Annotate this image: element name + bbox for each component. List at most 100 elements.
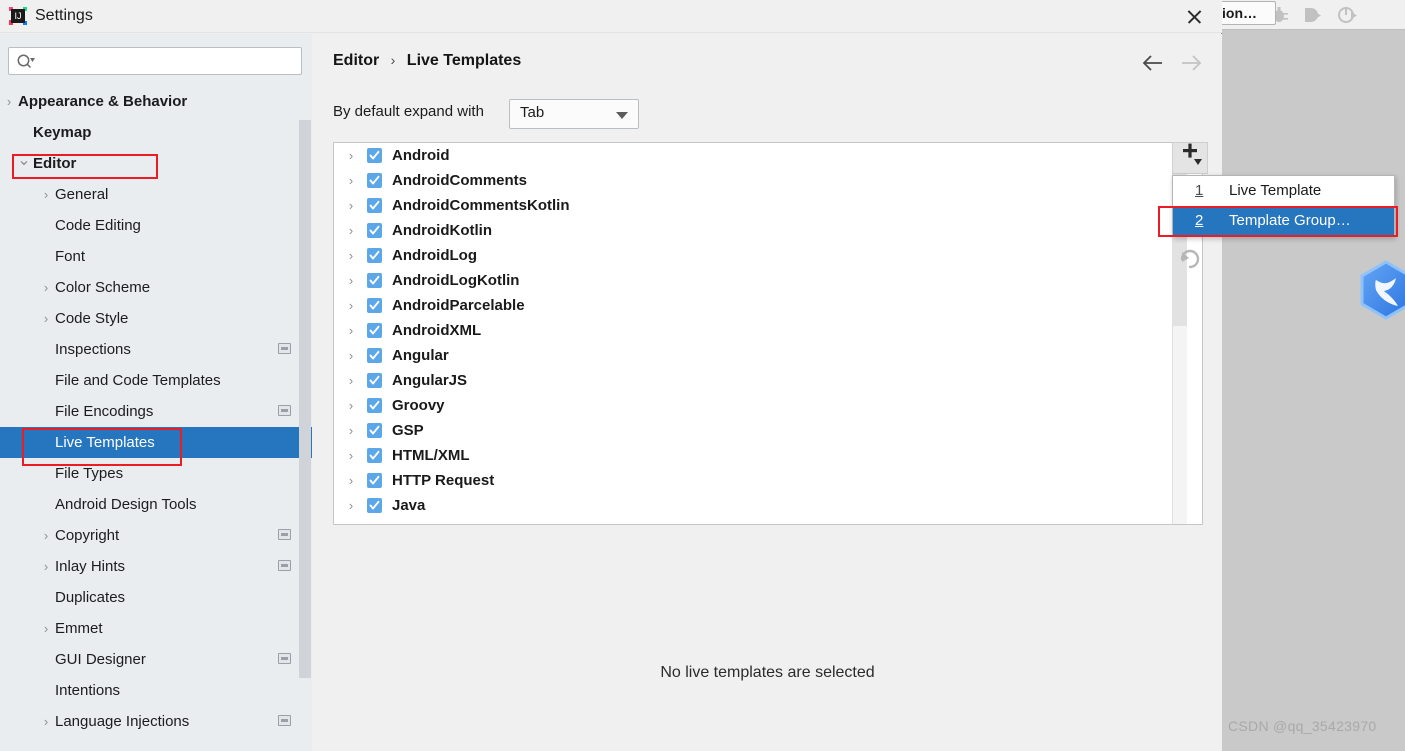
chevron-right-icon[interactable]: ›	[344, 218, 358, 243]
sidebar-scrollbar-track[interactable]	[299, 120, 311, 678]
sidebar-item-file-and-code-templates[interactable]: File and Code Templates	[0, 365, 312, 396]
breadcrumb-parent[interactable]: Editor	[333, 52, 379, 69]
template-group-row[interactable]: › AndroidLog	[334, 243, 1171, 268]
template-group-checkbox[interactable]	[367, 173, 382, 188]
chevron-right-icon[interactable]: ›	[39, 613, 53, 644]
undo-arrow-icon[interactable]	[1172, 242, 1208, 274]
template-group-checkbox[interactable]	[367, 448, 382, 463]
chevron-right-icon[interactable]: ›	[344, 393, 358, 418]
chevron-right-icon[interactable]: ›	[344, 268, 358, 293]
template-group-checkbox[interactable]	[367, 248, 382, 263]
template-group-row[interactable]: › AndroidKotlin	[334, 218, 1171, 243]
sidebar-item-code-style[interactable]: › Code Style	[0, 303, 312, 334]
template-group-name: AndroidParcelable	[392, 297, 525, 314]
chevron-right-icon[interactable]: ›	[39, 179, 53, 210]
template-group-checkbox[interactable]	[367, 498, 382, 513]
sidebar-item-gui-designer[interactable]: GUI Designer	[0, 644, 312, 675]
sidebar-item-file-types[interactable]: File Types	[0, 458, 312, 489]
chevron-right-icon[interactable]: ›	[344, 418, 358, 443]
sidebar-item-duplicates[interactable]: Duplicates	[0, 582, 312, 613]
template-group-checkbox[interactable]	[367, 348, 382, 363]
template-group-row[interactable]: › Java	[334, 493, 1171, 518]
template-group-checkbox[interactable]	[367, 423, 382, 438]
template-group-row[interactable]: › AndroidXML	[334, 318, 1171, 343]
chevron-right-icon[interactable]: ›	[344, 443, 358, 468]
chevron-right-icon[interactable]: ›	[344, 368, 358, 393]
chevron-right-icon[interactable]: ›	[344, 318, 358, 343]
template-group-checkbox[interactable]	[367, 398, 382, 413]
chevron-right-icon[interactable]: ›	[39, 551, 53, 582]
sidebar-item-emmet[interactable]: › Emmet	[0, 613, 312, 644]
popup-menu-item-live-template[interactable]: 1 Live Template	[1173, 176, 1394, 206]
sidebar-item-label: Language Injections	[55, 713, 190, 730]
template-group-row[interactable]: › HTTP Request	[334, 468, 1171, 493]
template-group-checkbox[interactable]	[367, 298, 382, 313]
sidebar-item-color-scheme[interactable]: › Color Scheme	[0, 272, 312, 303]
chevron-down-icon[interactable]: ⌄	[17, 148, 31, 179]
chevron-right-icon[interactable]: ›	[344, 493, 358, 518]
template-group-row[interactable]: › Angular	[334, 343, 1171, 368]
sidebar-item-language-injections[interactable]: › Language Injections	[0, 706, 312, 737]
expand-with-select[interactable]: Tab	[509, 99, 639, 129]
popup-menu-item-template-group[interactable]: 2 Template Group…	[1173, 206, 1394, 236]
sidebar-item-appearance-behavior[interactable]: › Appearance & Behavior	[0, 86, 312, 117]
template-group-row[interactable]: › HTML/XML	[334, 443, 1171, 468]
chevron-right-icon[interactable]: ›	[39, 303, 53, 334]
template-group-row[interactable]: › AndroidParcelable	[334, 293, 1171, 318]
sidebar-item-font[interactable]: Font	[0, 241, 312, 272]
sidebar-item-file-encodings[interactable]: File Encodings	[0, 396, 312, 427]
template-group-name: Java	[392, 497, 426, 514]
template-group-row[interactable]: › AndroidComments	[334, 168, 1171, 193]
template-group-checkbox[interactable]	[367, 223, 382, 238]
chevron-right-icon[interactable]: ›	[344, 143, 358, 168]
run-configuration-selector[interactable]: ion…	[1218, 1, 1276, 25]
chevron-right-icon[interactable]: ›	[344, 343, 358, 368]
chevron-right-icon[interactable]: ›	[2, 86, 16, 117]
profile-icon[interactable]	[1336, 4, 1358, 26]
template-group-checkbox[interactable]	[367, 198, 382, 213]
template-group-name: AndroidLog	[392, 247, 477, 264]
empty-state-message: No live templates are selected	[660, 664, 875, 681]
close-icon[interactable]	[1175, 4, 1213, 30]
template-group-row[interactable]: › Groovy	[334, 393, 1171, 418]
sidebar-item-live-templates[interactable]: Live Templates	[0, 427, 312, 458]
sidebar-item-label: Intentions	[55, 682, 121, 699]
sidebar-item-inlay-hints[interactable]: › Inlay Hints	[0, 551, 312, 582]
template-group-checkbox[interactable]	[367, 473, 382, 488]
chevron-right-icon[interactable]: ›	[344, 243, 358, 268]
plus-dropdown-icon[interactable]	[1172, 142, 1208, 174]
template-group-row[interactable]: › Android	[334, 143, 1171, 168]
sidebar-item-android-design-tools[interactable]: Android Design Tools	[0, 489, 312, 520]
template-group-checkbox[interactable]	[367, 373, 382, 388]
sidebar-item-copyright[interactable]: › Copyright	[0, 520, 312, 551]
chevron-right-icon[interactable]: ›	[344, 168, 358, 193]
template-group-row[interactable]: › AngularJS	[334, 368, 1171, 393]
chevron-right-icon[interactable]: ›	[39, 520, 53, 551]
sidebar-item-code-editing[interactable]: Code Editing	[0, 210, 312, 241]
template-group-checkbox[interactable]	[367, 148, 382, 163]
sidebar-item-general[interactable]: › General	[0, 179, 312, 210]
template-group-row[interactable]: › AndroidCommentsKotlin	[334, 193, 1171, 218]
template-group-name: AndroidXML	[392, 322, 482, 339]
sidebar-scrollbar-thumb[interactable]	[299, 120, 311, 678]
sidebar-item-intentions[interactable]: Intentions	[0, 675, 312, 706]
chevron-right-icon[interactable]: ›	[39, 706, 53, 737]
chevron-right-icon[interactable]: ›	[344, 468, 358, 493]
sidebar-item-editor[interactable]: ⌄ Editor	[0, 148, 312, 179]
search-input[interactable]	[41, 48, 297, 74]
sidebar-item-keymap[interactable]: Keymap	[0, 117, 312, 148]
search-box[interactable]	[8, 47, 302, 75]
template-group-row[interactable]: › GSP	[334, 418, 1171, 443]
run-with-coverage-icon[interactable]	[1302, 4, 1324, 26]
template-groups-list: › Android › AndroidComments › AndroidComments…	[333, 142, 1203, 525]
chevron-right-icon[interactable]: ›	[344, 293, 358, 318]
chevron-right-icon[interactable]: ›	[39, 272, 53, 303]
chevron-right-icon[interactable]: ›	[344, 193, 358, 218]
template-group-checkbox[interactable]	[367, 323, 382, 338]
arrow-left-icon[interactable]	[1140, 52, 1166, 74]
template-group-checkbox[interactable]	[367, 273, 382, 288]
arrow-right-icon[interactable]	[1178, 52, 1204, 74]
sidebar-item-label: Live Templates	[55, 434, 155, 451]
template-group-row[interactable]: › AndroidLogKotlin	[334, 268, 1171, 293]
sidebar-item-inspections[interactable]: Inspections	[0, 334, 312, 365]
